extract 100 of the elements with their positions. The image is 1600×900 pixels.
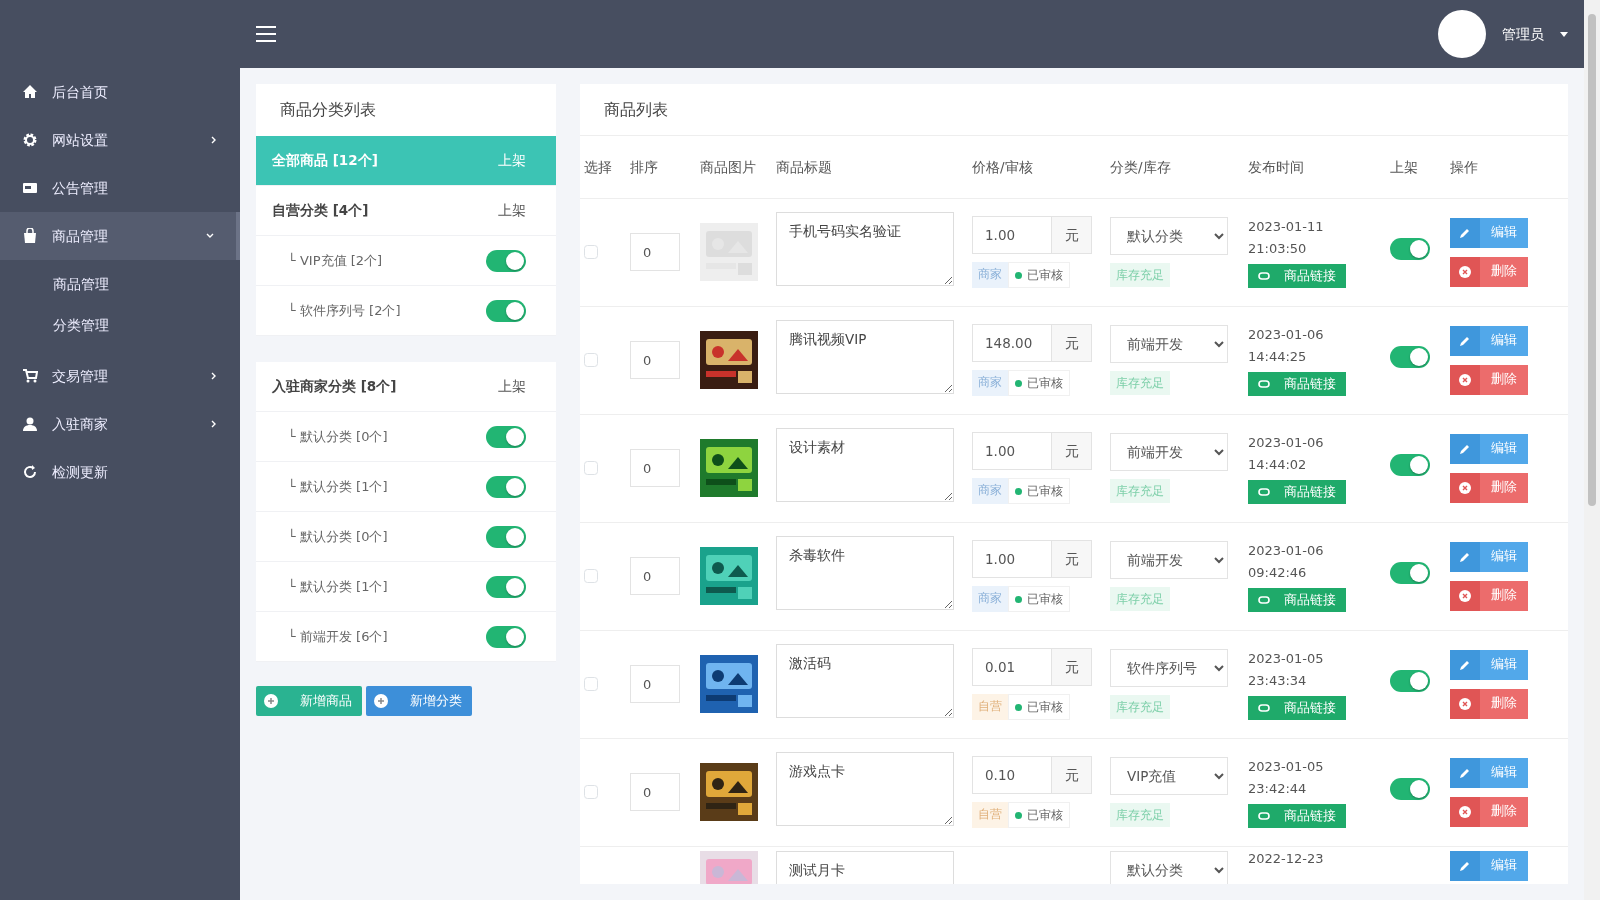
checkbox[interactable] bbox=[584, 677, 598, 691]
category-name: └ 前端开发 [6个] bbox=[287, 627, 388, 646]
title-field[interactable]: 游戏点卡 bbox=[776, 752, 954, 826]
column-header: 价格/审核 bbox=[972, 158, 1033, 175]
unit-label: 元 bbox=[1052, 540, 1092, 578]
toggle-switch[interactable] bbox=[486, 249, 526, 272]
link-icon bbox=[1258, 812, 1270, 821]
price-field[interactable]: 148.00 bbox=[972, 324, 1052, 362]
price-field[interactable]: 1.00 bbox=[972, 432, 1052, 470]
category-select[interactable]: 软件序列号 bbox=[1110, 649, 1228, 687]
scrollbar[interactable] bbox=[1584, 0, 1600, 900]
title-field[interactable]: 杀毒软件 bbox=[776, 536, 954, 610]
sidebar-item[interactable]: 入驻商家 bbox=[0, 400, 240, 448]
close-icon bbox=[1459, 805, 1471, 818]
title-field[interactable]: 腾讯视频VIP bbox=[776, 320, 954, 394]
category-select[interactable]: 默认分类 bbox=[1110, 850, 1228, 884]
stock-tag: 库存充足 bbox=[1110, 479, 1170, 503]
price-field[interactable]: 0.10 bbox=[972, 756, 1052, 794]
sort-field[interactable]: 0 bbox=[630, 449, 680, 487]
seller-tag: 商家 bbox=[972, 262, 1008, 288]
plus-circle-icon bbox=[374, 694, 388, 708]
seller-tag: 自营 bbox=[972, 802, 1008, 828]
pencil-icon bbox=[1459, 859, 1471, 872]
price-field[interactable]: 0.01 bbox=[972, 648, 1052, 686]
plus-circle-icon bbox=[264, 694, 278, 708]
menu-icon[interactable] bbox=[256, 26, 276, 42]
close-icon bbox=[1459, 373, 1471, 386]
category-name: └ 默认分类 [1个] bbox=[287, 577, 388, 596]
pencil-icon bbox=[1459, 226, 1471, 239]
title-field[interactable]: 手机号码实名验证 bbox=[776, 212, 954, 286]
sidebar-subitem[interactable]: 商品管理 bbox=[0, 264, 240, 305]
sort-field[interactable]: 0 bbox=[630, 233, 680, 271]
column-header: 分类/库存 bbox=[1110, 158, 1171, 175]
category-name: └ 默认分类 [0个] bbox=[287, 527, 388, 546]
price-field[interactable]: 1.00 bbox=[972, 216, 1052, 254]
link-icon bbox=[1258, 704, 1270, 713]
close-icon bbox=[1459, 481, 1471, 494]
toggle-switch[interactable] bbox=[1390, 562, 1430, 584]
checkbox[interactable] bbox=[584, 353, 598, 367]
title-field[interactable]: 测试月卡 bbox=[776, 850, 954, 884]
avatar[interactable] bbox=[1438, 10, 1486, 58]
toggle-switch[interactable] bbox=[486, 575, 526, 598]
checkbox[interactable] bbox=[584, 245, 598, 259]
sidebar-item[interactable]: 检测更新 bbox=[0, 448, 240, 496]
pencil-icon bbox=[1459, 658, 1471, 671]
sidebar-item[interactable]: 后台首页 bbox=[0, 68, 240, 116]
unit-label: 元 bbox=[1052, 648, 1092, 686]
checkbox[interactable] bbox=[584, 785, 598, 799]
category-name: └ 软件序列号 [2个] bbox=[287, 301, 401, 320]
sort-field[interactable]: 0 bbox=[630, 557, 680, 595]
toggle-switch[interactable] bbox=[486, 475, 526, 498]
user-menu[interactable]: 管理员 bbox=[1502, 23, 1544, 45]
pencil-icon bbox=[1459, 334, 1471, 347]
close-icon bbox=[1459, 697, 1471, 710]
column-header: 商品标题 bbox=[776, 158, 832, 175]
category-select[interactable]: 前端开发 bbox=[1110, 325, 1228, 363]
sidebar-item[interactable]: 网站设置 bbox=[0, 116, 240, 164]
toggle-switch[interactable] bbox=[1390, 454, 1430, 476]
shopping-bag-icon bbox=[22, 228, 38, 244]
toggle-switch[interactable] bbox=[486, 525, 526, 548]
pencil-icon bbox=[1459, 766, 1471, 779]
pencil-icon bbox=[1459, 550, 1471, 563]
toggle-switch[interactable] bbox=[1390, 238, 1430, 260]
toggle-switch[interactable] bbox=[486, 625, 526, 648]
sidebar-item[interactable]: 公告管理 bbox=[0, 164, 240, 212]
panel-title: 商品列表 bbox=[580, 84, 1568, 136]
audit-status: 已审核 bbox=[1008, 694, 1070, 720]
sidebar-subitem[interactable]: 分类管理 bbox=[0, 305, 240, 346]
price-field[interactable]: 1.00 bbox=[972, 540, 1052, 578]
category-row[interactable]: 入驻商家分类 [8个] 上架 bbox=[256, 362, 556, 412]
toggle-switch[interactable] bbox=[1390, 778, 1430, 800]
title-field[interactable]: 激活码 bbox=[776, 644, 954, 718]
sort-field[interactable]: 0 bbox=[630, 665, 680, 703]
seller-tag: 商家 bbox=[972, 370, 1008, 396]
category-select[interactable]: 前端开发 bbox=[1110, 541, 1228, 579]
toggle-switch[interactable] bbox=[486, 299, 526, 322]
category-select[interactable]: 默认分类 bbox=[1110, 217, 1228, 255]
sidebar-item[interactable]: 交易管理 bbox=[0, 352, 240, 400]
pencil-icon bbox=[1459, 442, 1471, 455]
column-header: 选择 bbox=[584, 158, 612, 175]
unit-label: 元 bbox=[1052, 216, 1092, 254]
toggle-switch[interactable] bbox=[1390, 670, 1430, 692]
column-label: 上架 bbox=[498, 151, 526, 170]
category-name: 自营分类 [4个] bbox=[272, 201, 369, 221]
checkbox[interactable] bbox=[584, 461, 598, 475]
category-select[interactable]: 前端开发 bbox=[1110, 433, 1228, 471]
title-field[interactable]: 设计素材 bbox=[776, 428, 954, 502]
sidebar-item[interactable]: 商品管理 bbox=[0, 212, 240, 260]
sort-field[interactable]: 0 bbox=[630, 341, 680, 379]
audit-status: 已审核 bbox=[1008, 370, 1070, 396]
toggle-switch[interactable] bbox=[486, 425, 526, 448]
caret-icon[interactable] bbox=[1560, 31, 1568, 37]
publish-time: 2023-01-06 09:42:46 bbox=[1248, 541, 1325, 582]
toggle-switch[interactable] bbox=[1390, 346, 1430, 368]
category-select[interactable]: VIP充值 bbox=[1110, 757, 1228, 795]
sort-field[interactable]: 0 bbox=[630, 773, 680, 811]
category-row[interactable]: 自营分类 [4个] 上架 bbox=[256, 186, 556, 236]
checkbox[interactable] bbox=[584, 569, 598, 583]
scrollbar-thumb[interactable] bbox=[1588, 14, 1596, 506]
publish-time: 2022-12-23 bbox=[1248, 850, 1325, 868]
